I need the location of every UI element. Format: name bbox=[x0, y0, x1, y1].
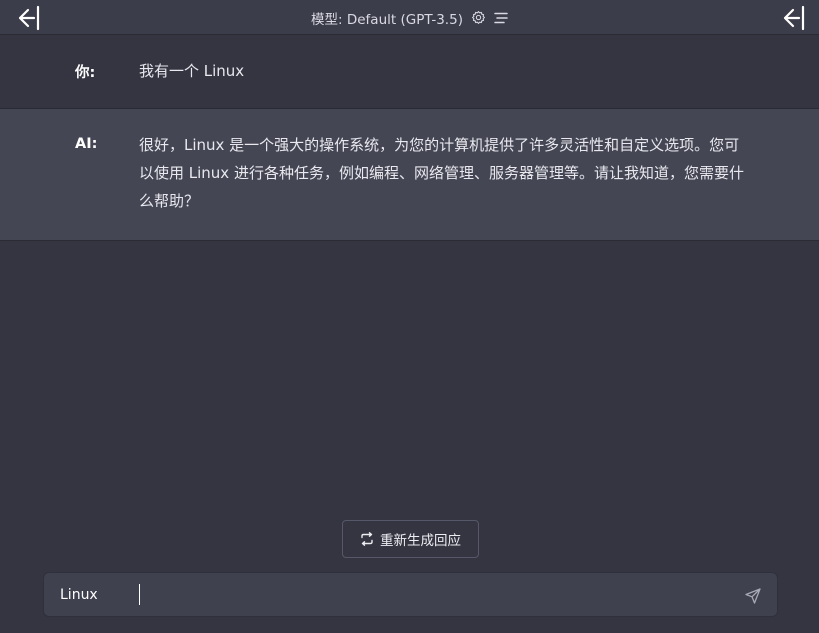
arrow-left-bar-icon bbox=[783, 5, 805, 31]
menu-button[interactable] bbox=[494, 11, 508, 25]
refresh-icon bbox=[361, 532, 373, 546]
user-message-text: 我有一个 Linux bbox=[139, 62, 245, 80]
gear-icon bbox=[472, 11, 485, 24]
user-message: 你: 我有一个 Linux bbox=[0, 35, 819, 109]
model-label: 模型: Default (GPT-3.5) bbox=[311, 11, 463, 28]
send-button[interactable] bbox=[744, 587, 762, 605]
model-header: 模型: Default (GPT-3.5) bbox=[0, 0, 819, 35]
top-bar: 模型: Default (GPT-3.5) bbox=[0, 0, 819, 35]
text-caret bbox=[139, 584, 140, 605]
settings-button[interactable] bbox=[471, 10, 486, 25]
message-input[interactable] bbox=[60, 573, 720, 616]
send-icon bbox=[745, 588, 761, 604]
composer bbox=[43, 572, 778, 617]
regenerate-label: 重新生成回应 bbox=[380, 533, 461, 549]
ai-message: AI: 很好，Linux 是一个强大的操作系统，为您的计算机提供了许多灵活性和自… bbox=[0, 109, 819, 241]
ai-message-text: 很好，Linux 是一个强大的操作系统，为您的计算机提供了许多灵活性和自定义选项… bbox=[139, 136, 744, 210]
menu-lines-icon bbox=[494, 12, 508, 23]
chat-app: 模型: Default (GPT-3.5) 你: 我有一个 Linux AI: … bbox=[0, 0, 819, 633]
ai-role-label: AI: bbox=[75, 136, 98, 152]
regenerate-response-button[interactable]: 重新生成回应 bbox=[342, 520, 479, 558]
user-role-label: 你: bbox=[75, 65, 96, 81]
toggle-right-sidebar-button[interactable] bbox=[777, 5, 807, 31]
